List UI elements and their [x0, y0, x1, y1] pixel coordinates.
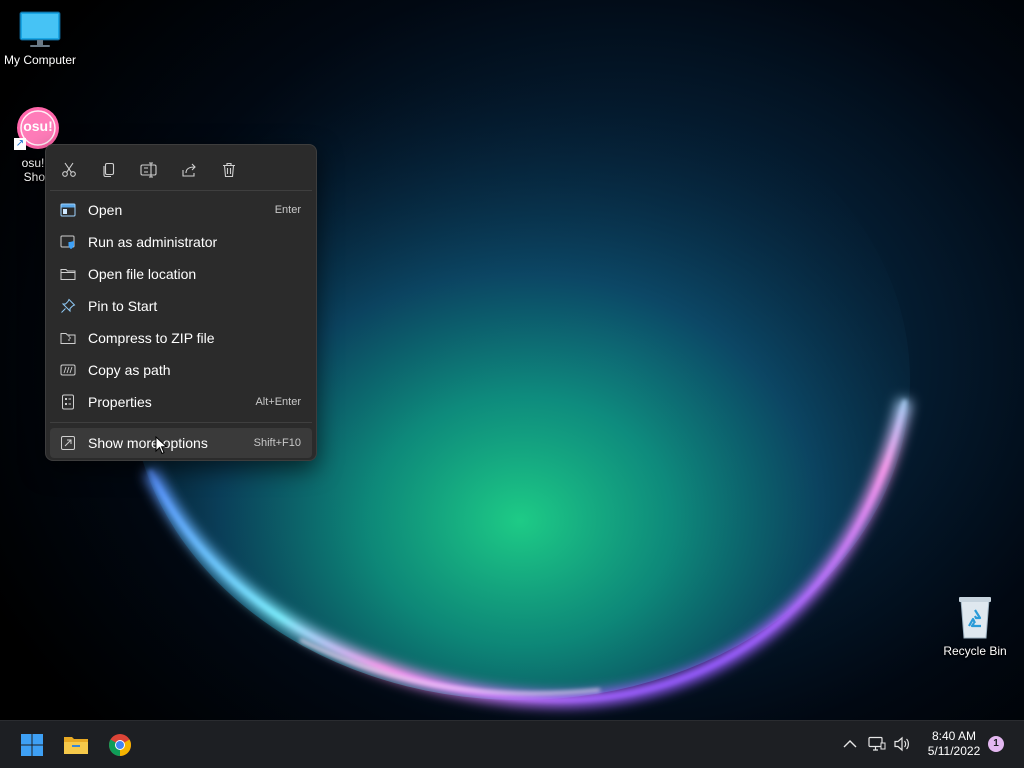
clock[interactable]: 8:40 AM 5/11/2022	[918, 729, 990, 759]
folder-icon	[60, 269, 76, 280]
osu-logo-text: osu!	[23, 118, 53, 134]
chevron-up-icon	[843, 740, 857, 748]
menu-item-properties[interactable]: Properties Alt+Enter	[50, 387, 312, 417]
menu-item-label: Compress to ZIP file	[88, 330, 215, 346]
context-menu-quick-actions	[46, 145, 316, 191]
network-button[interactable]	[866, 733, 888, 755]
desktop-icon-recycle-bin[interactable]: Recycle Bin	[935, 594, 1015, 658]
file-explorer-icon	[64, 737, 88, 754]
start-icon	[21, 734, 43, 756]
show-hidden-icons-button[interactable]	[839, 733, 861, 755]
zip-icon	[60, 333, 76, 344]
menu-item-label: Copy as path	[88, 362, 171, 378]
chrome-icon	[109, 734, 131, 756]
menu-item-label: Properties	[88, 394, 152, 410]
volume-button[interactable]	[891, 733, 913, 755]
more-options-icon	[61, 436, 75, 450]
menu-item-label: Open	[88, 202, 123, 218]
menu-item-shortcut: Enter	[274, 204, 301, 216]
copy-icon	[103, 162, 115, 178]
open-icon	[60, 203, 76, 217]
copy-button[interactable]	[96, 157, 122, 183]
network-icon	[868, 736, 886, 751]
clock-date: 5/11/2022	[927, 744, 981, 758]
menu-item-shortcut: Shift+F10	[253, 437, 301, 449]
cut-icon	[62, 162, 76, 177]
separator	[50, 422, 312, 423]
cut-button[interactable]	[56, 157, 82, 183]
menu-item-label: Pin to Start	[88, 298, 158, 314]
desktop-icon-label: My Computer	[3, 53, 77, 67]
delete-icon	[223, 162, 235, 178]
menu-item-open[interactable]: Open Enter	[50, 195, 312, 225]
menu-item-label: Open file location	[88, 266, 197, 282]
shield-icon	[60, 235, 75, 249]
menu-item-shortcut: Alt+Enter	[255, 396, 301, 408]
desktop[interactable]: My Computer osu! ↗ osu!.e Short Recycle …	[0, 0, 1024, 720]
menu-item-run-as-administrator[interactable]: Run as administrator	[50, 227, 312, 257]
menu-item-copy-as-path[interactable]: Copy as path	[50, 355, 312, 385]
delete-button[interactable]	[216, 157, 242, 183]
file-explorer-button[interactable]	[58, 727, 94, 763]
separator	[50, 190, 312, 191]
clock-time: 8:40 AM	[931, 729, 977, 743]
monitor-icon	[19, 11, 61, 47]
start-button[interactable]	[14, 727, 50, 763]
context-menu: Open Enter Run as administrator Open fil…	[45, 144, 317, 461]
speaker-icon	[894, 736, 909, 752]
menu-item-open-file-location[interactable]: Open file location	[50, 259, 312, 289]
menu-item-pin-to-start[interactable]: Pin to Start	[50, 291, 312, 321]
rename-icon	[140, 162, 157, 178]
share-icon	[182, 163, 196, 177]
recycle-bin-icon	[959, 597, 991, 639]
notification-badge[interactable]: 1	[988, 736, 1004, 752]
copy-path-icon	[60, 364, 76, 376]
menu-item-label: Show more options	[88, 435, 208, 451]
desktop-icon-label: Recycle Bin	[943, 644, 1007, 658]
menu-item-show-more-options[interactable]: Show more options Shift+F10	[50, 428, 312, 458]
desktop-icon-my-computer[interactable]: My Computer	[0, 8, 80, 67]
share-button[interactable]	[176, 157, 202, 183]
menu-item-compress-to-zip[interactable]: Compress to ZIP file	[50, 323, 312, 353]
shortcut-arrow-icon: ↗	[14, 138, 26, 150]
mouse-cursor-icon	[155, 436, 168, 455]
taskbar: 8:40 AM 5/11/2022 1	[0, 720, 1024, 768]
pin-icon	[61, 298, 76, 313]
chrome-button[interactable]	[102, 727, 138, 763]
properties-icon	[62, 394, 74, 410]
rename-button[interactable]	[136, 157, 162, 183]
menu-item-label: Run as administrator	[88, 234, 218, 250]
